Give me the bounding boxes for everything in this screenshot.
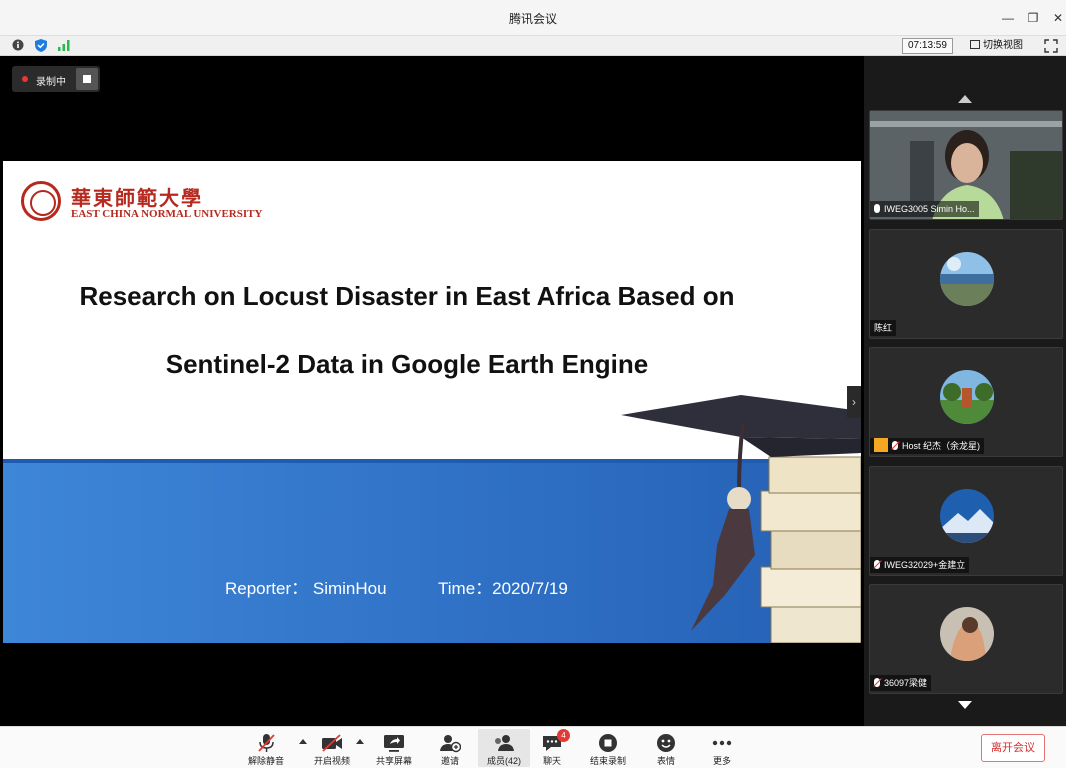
invite-label: 邀请	[440, 756, 459, 766]
participant-tile[interactable]: IWEG32029+金建立	[869, 466, 1063, 576]
slide-next-arrow-icon[interactable]: ›	[847, 386, 861, 418]
participant-name-text: IWEG3005 Simin Ho...	[884, 204, 975, 214]
smiley-icon	[657, 734, 675, 752]
participant-name-text: IWEG32029+金建立	[884, 560, 966, 570]
members-label: 成员(42)	[486, 756, 521, 766]
slide-title-line-1: Research on Locust Disaster in East Afri…	[79, 281, 735, 311]
stop-recording-button[interactable]	[76, 68, 98, 90]
chat-label: 聊天	[542, 756, 561, 766]
members-button[interactable]: 成员(42)	[478, 729, 530, 767]
invite-button[interactable]: 邀请	[424, 729, 476, 767]
recording-indicator: 录制中	[12, 66, 100, 92]
share-screen-label: 共享屏幕	[375, 756, 412, 766]
university-name-english: EAST CHINA NORMAL UNIVERSITY	[71, 208, 263, 220]
avatar-image	[940, 489, 994, 543]
start-video-label: 开启视频	[313, 756, 350, 766]
recording-dot-icon	[22, 76, 28, 82]
window-title: 腾讯会议	[508, 12, 557, 26]
microphone-muted-icon	[874, 678, 880, 687]
participant-tile[interactable]: Host 纪杰（余龙星)	[869, 347, 1063, 457]
minimize-icon[interactable]: —	[998, 8, 1018, 28]
more-label: 更多	[712, 756, 731, 766]
avatar	[940, 370, 994, 424]
signal-icon[interactable]	[58, 39, 70, 51]
microphone-muted-icon	[892, 441, 898, 450]
avatar-image	[940, 607, 994, 661]
participant-name: 陈红	[870, 320, 897, 336]
camera-off-icon	[322, 734, 342, 752]
share-screen-icon	[384, 735, 404, 752]
meeting-toolbar: 解除静音 开启视频 共享屏幕 邀请 成员(42) 4 聊天 结束录制 表情 更多…	[0, 726, 1066, 768]
start-video-button[interactable]: 开启视频	[306, 729, 358, 767]
shared-screen-slide: 華東師範大學 EAST CHINA NORMAL UNIVERSITY Rese…	[3, 161, 861, 643]
microphone-icon	[874, 204, 880, 213]
chat-button[interactable]: 4 聊天	[526, 729, 578, 767]
more-button[interactable]: 更多	[696, 729, 748, 767]
participant-name: IWEG32029+金建立	[870, 557, 970, 573]
unmute-button[interactable]: 解除静音	[240, 729, 292, 767]
microphone-muted-icon	[258, 734, 275, 752]
participant-name-text: 36097梁健	[884, 678, 928, 688]
stop-recording-icon	[599, 734, 617, 752]
leave-meeting-button[interactable]: 离开会议	[981, 734, 1045, 762]
restore-icon[interactable]: ❐	[1023, 8, 1043, 28]
scroll-down-icon[interactable]	[958, 701, 972, 709]
fullscreen-icon[interactable]	[1044, 39, 1058, 53]
close-icon[interactable]: ✕	[1048, 8, 1066, 28]
title-bar: 腾讯会议 — ❐ ✕	[0, 0, 1066, 36]
chat-unread-badge: 4	[557, 729, 570, 742]
microphone-muted-icon	[874, 560, 880, 569]
slide-title-line-2: Sentinel-2 Data in Google Earth Engine	[165, 349, 649, 379]
end-recording-button[interactable]: 结束录制	[582, 729, 634, 767]
participant-name: Host 纪杰（余龙星)	[870, 438, 985, 454]
participant-name-text: Host 纪杰（余龙星)	[902, 441, 981, 451]
host-badge-icon	[874, 438, 888, 452]
recording-label: 录制中	[36, 77, 66, 88]
meeting-timer: 07:13:59	[902, 38, 953, 54]
participant-name-text: 陈红	[874, 323, 893, 333]
share-screen-button[interactable]: 共享屏幕	[368, 729, 420, 767]
university-name-chinese: 華東師範大學	[71, 186, 203, 210]
avatar-image	[940, 252, 994, 306]
scroll-up-icon[interactable]	[958, 95, 972, 103]
avatar	[940, 252, 994, 306]
add-user-icon	[440, 735, 461, 753]
reactions-button[interactable]: 表情	[640, 729, 692, 767]
info-icon[interactable]	[12, 39, 24, 51]
end-recording-label: 结束录制	[589, 756, 626, 766]
participant-tile[interactable]: 陈红	[869, 229, 1063, 339]
slide-reporter: Reporter： SiminHou	[225, 579, 387, 598]
meeting-info-bar: 07:13:59 切换视图	[0, 36, 1066, 56]
participant-name: IWEG3005 Simin Ho...	[870, 201, 979, 217]
participant-tile[interactable]: 36097梁健	[869, 584, 1063, 694]
stop-icon	[83, 75, 91, 83]
grid-view-icon	[970, 40, 980, 49]
switch-view-label: 切换视图	[983, 40, 1023, 51]
reactions-label: 表情	[656, 756, 675, 766]
members-icon	[495, 735, 514, 751]
university-seal-logo	[21, 181, 61, 221]
avatar	[940, 489, 994, 543]
more-dots-icon	[712, 740, 732, 746]
video-options-caret-icon[interactable]	[356, 739, 364, 744]
shield-icon[interactable]	[35, 39, 47, 52]
avatar-image	[940, 370, 994, 424]
switch-view-button[interactable]: 切换视图	[970, 38, 1023, 54]
unmute-label: 解除静音	[247, 756, 284, 766]
participant-tile[interactable]: IWEG3005 Simin Ho...	[869, 110, 1063, 220]
slide-time: Time：2020/7/19	[438, 579, 568, 598]
graduation-cap-books-image	[621, 395, 861, 643]
avatar	[940, 607, 994, 661]
participant-name: 36097梁健	[870, 675, 932, 691]
